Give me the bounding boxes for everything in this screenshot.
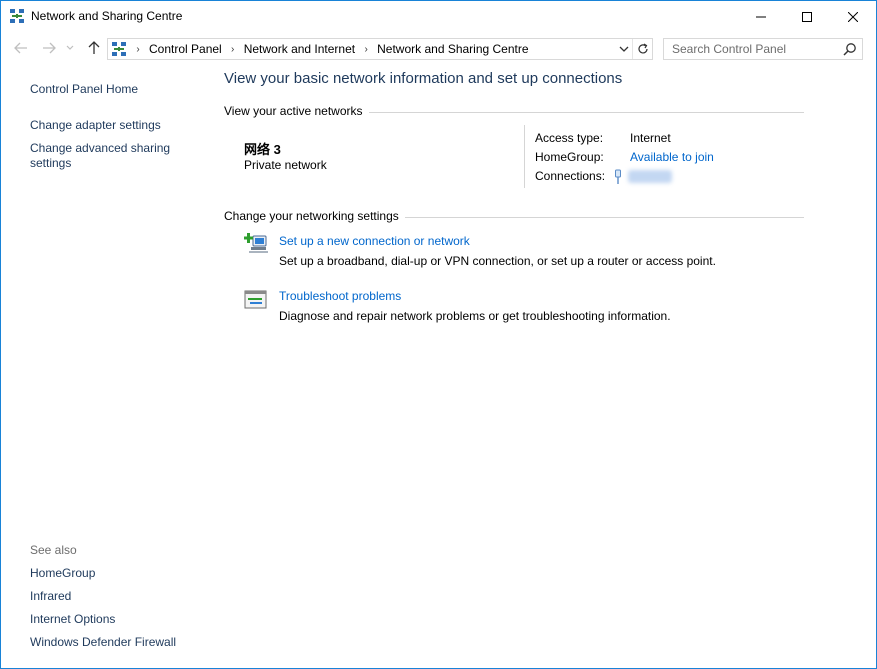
chevron-right-icon[interactable]: ›	[132, 44, 144, 55]
active-networks-heading: View your active networks	[224, 104, 369, 118]
minimize-button[interactable]	[738, 1, 784, 32]
change-settings-heading: Change your networking settings	[224, 209, 405, 223]
troubleshoot-icon	[244, 290, 267, 309]
chevron-right-icon[interactable]: ›	[227, 44, 239, 55]
recent-locations-button[interactable]	[65, 40, 75, 56]
connections-label: Connections:	[535, 169, 606, 183]
access-type-value: Internet	[630, 131, 671, 145]
search-icon[interactable]	[843, 42, 857, 56]
breadcrumb: › Control Panel › Network and Internet ›…	[132, 42, 534, 56]
left-pane: Control Panel Home Change adapter settin…	[1, 66, 211, 666]
troubleshoot-problems-link[interactable]: Troubleshoot problems	[279, 289, 401, 303]
change-advanced-sharing-settings-link[interactable]: Change advanced sharing settings	[30, 141, 190, 171]
breadcrumb-network-and-sharing-centre[interactable]: Network and Sharing Centre	[372, 42, 533, 56]
windows-defender-firewall-link[interactable]: Windows Defender Firewall	[30, 635, 176, 650]
refresh-button[interactable]	[632, 39, 652, 59]
breadcrumb-control-panel[interactable]: Control Panel	[144, 42, 227, 56]
setup-new-connection-link[interactable]: Set up a new connection or network	[279, 234, 470, 248]
see-also-heading: See also	[30, 543, 77, 557]
active-networks-section: View your active networks	[224, 104, 804, 120]
new-connection-icon	[244, 233, 268, 253]
homegroup-available-link[interactable]: Available to join	[630, 150, 714, 164]
vertical-divider	[524, 125, 525, 188]
maximize-icon	[802, 11, 812, 22]
network-type: Private network	[244, 158, 327, 172]
window-title: Network and Sharing Centre	[31, 9, 183, 23]
back-arrow-icon	[14, 42, 27, 54]
address-dropdown-button[interactable]	[616, 41, 632, 57]
close-icon	[848, 11, 858, 22]
ethernet-icon	[615, 169, 621, 184]
forward-button[interactable]	[41, 40, 57, 56]
recent-dropdown-icon	[66, 45, 74, 50]
chevron-right-icon[interactable]: ›	[360, 44, 372, 55]
window: Network and Sharing Centre › Control Pan…	[0, 0, 877, 669]
breadcrumb-network-and-internet[interactable]: Network and Internet	[239, 42, 360, 56]
back-button[interactable]	[13, 40, 29, 56]
network-icon	[10, 9, 24, 23]
setup-new-connection-description: Set up a broadband, dial-up or VPN conne…	[279, 254, 716, 268]
search-box	[663, 38, 863, 60]
close-button[interactable]	[830, 1, 876, 32]
page-title: View your basic network information and …	[224, 70, 623, 87]
address-bar[interactable]: › Control Panel › Network and Internet ›…	[107, 38, 653, 60]
title-bar: Network and Sharing Centre	[1, 1, 876, 32]
up-arrow-icon	[88, 41, 100, 54]
change-settings-section: Change your networking settings	[224, 209, 804, 225]
network-icon	[112, 42, 126, 56]
forward-arrow-icon	[43, 42, 56, 54]
up-button[interactable]	[86, 40, 102, 56]
search-input[interactable]	[664, 39, 839, 59]
maximize-button[interactable]	[784, 1, 830, 32]
control-panel-home-link[interactable]: Control Panel Home	[30, 82, 138, 97]
minimize-icon	[756, 16, 766, 17]
internet-options-link[interactable]: Internet Options	[30, 612, 115, 627]
troubleshoot-problems-description: Diagnose and repair network problems or …	[279, 309, 671, 323]
homegroup-label: HomeGroup:	[535, 150, 604, 164]
infrared-link[interactable]: Infrared	[30, 589, 71, 604]
access-type-label: Access type:	[535, 131, 604, 145]
homegroup-link[interactable]: HomeGroup	[30, 566, 95, 581]
dropdown-icon	[619, 46, 629, 52]
connection-name-link[interactable]	[628, 170, 672, 183]
network-name: 网络 3	[244, 142, 281, 157]
refresh-icon	[637, 43, 648, 54]
navigation-bar: › Control Panel › Network and Internet ›…	[1, 32, 876, 66]
change-adapter-settings-link[interactable]: Change adapter settings	[30, 118, 161, 133]
